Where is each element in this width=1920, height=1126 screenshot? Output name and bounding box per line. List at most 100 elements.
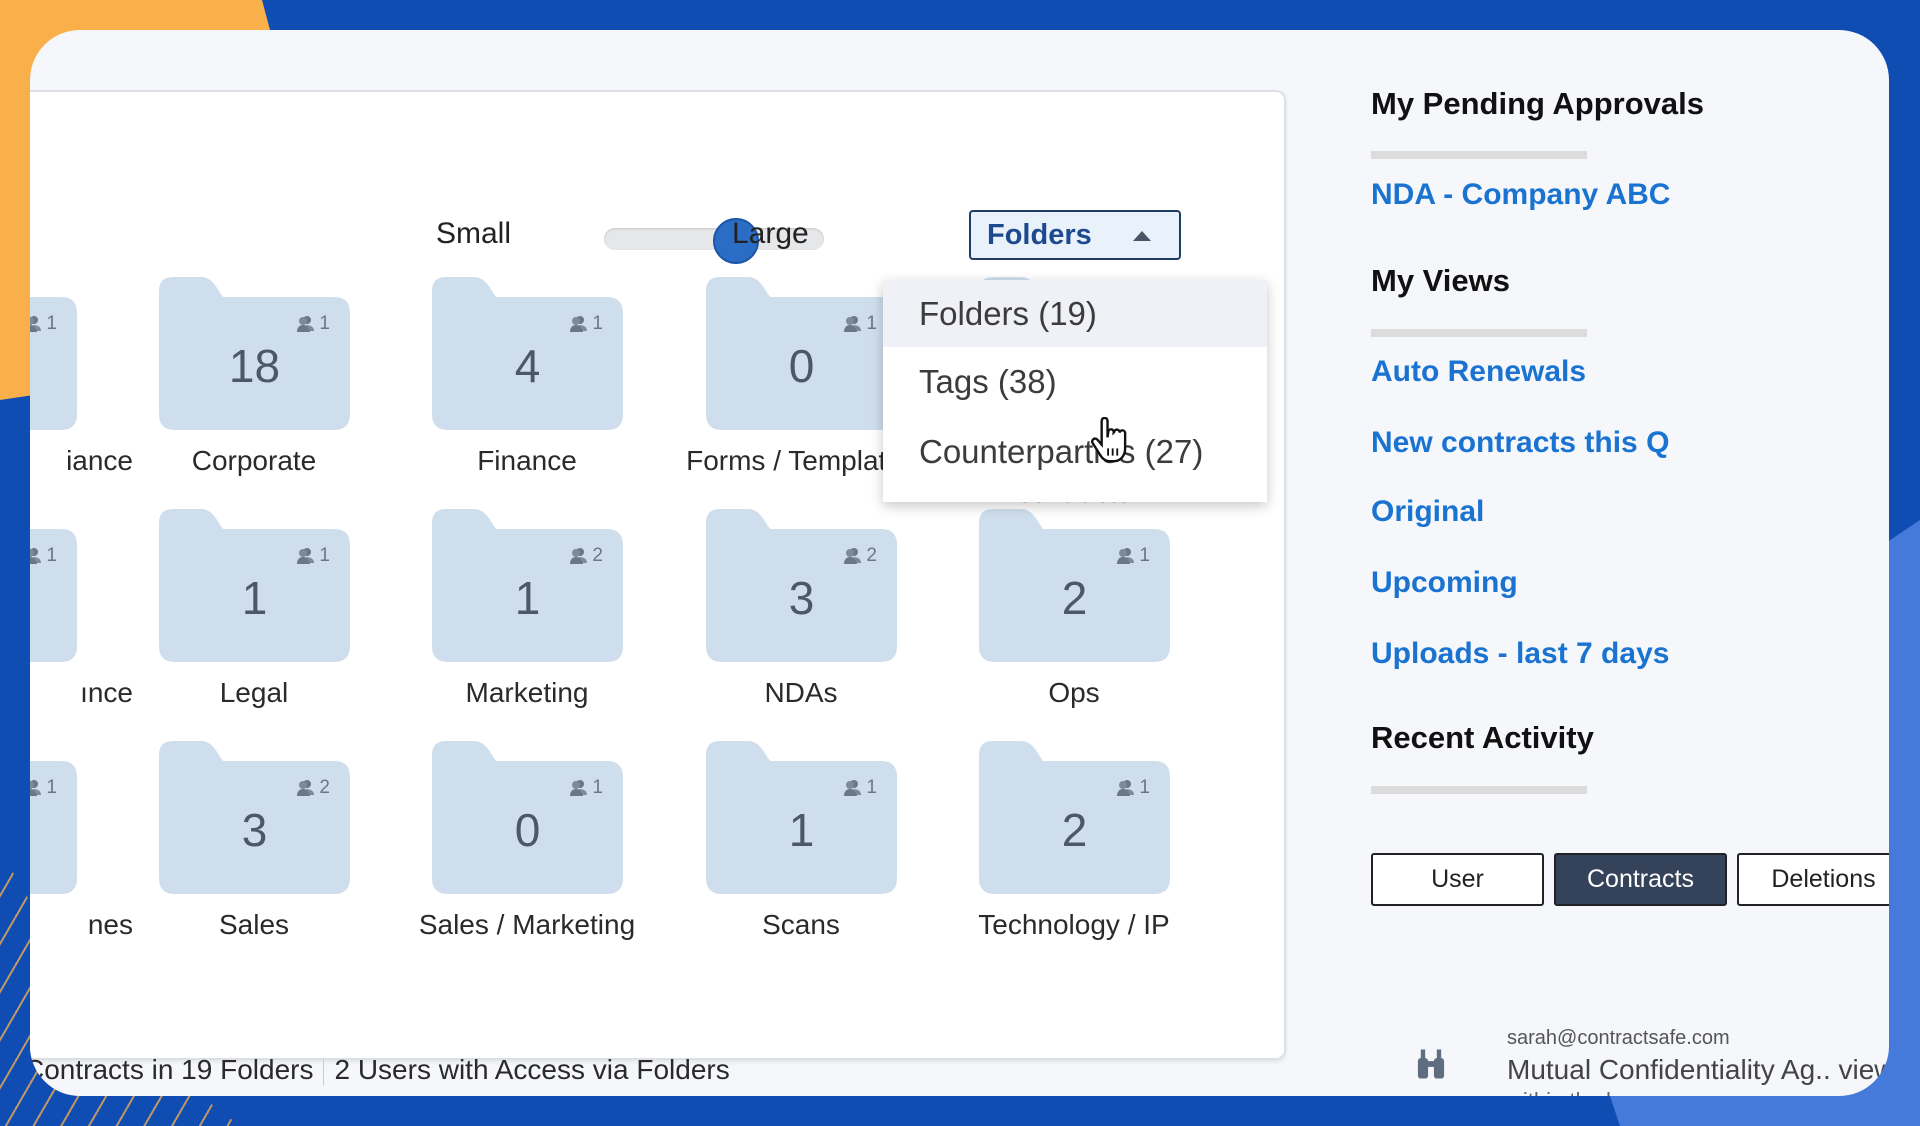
folder-contract-count: 0: [514, 804, 541, 856]
folder-user-count-value: 1: [46, 313, 57, 334]
folder-tile[interactable]: 10: [432, 741, 623, 894]
folder-summary: Contracts in 19 Folders 2 Users with Acce…: [30, 1054, 730, 1086]
users-icon: [570, 548, 588, 564]
caret-up-icon: [1133, 231, 1151, 241]
folder-contract-count: 3: [241, 804, 268, 856]
divider: [323, 1057, 325, 1086]
folder-tile[interactable]: 1: [30, 509, 77, 662]
activity-description[interactable]: Mutual Confidentiality Ag.. viewed: [1507, 1054, 1889, 1086]
folder-label[interactable]: Legal: [124, 677, 384, 709]
folder-user-count-value: 2: [592, 545, 603, 566]
folder-user-count: 1: [843, 777, 877, 799]
dropdown-option-counterparties[interactable]: Counterparties (27): [883, 417, 1267, 487]
users-icon: [844, 548, 862, 564]
heading-underline: [1371, 151, 1587, 159]
app-window: Small Large Folders 1 iance 1 18 Corporate 1 4…: [30, 30, 1889, 1096]
view-link-original[interactable]: Original: [1371, 495, 1484, 529]
my-views-heading: My Views: [1371, 263, 1511, 298]
users-icon: [297, 316, 315, 332]
folder-user-count-value: 1: [1139, 777, 1150, 798]
activity-user-email: sarah@contractsafe.com: [1507, 1027, 1730, 1049]
folder-user-count-value: 2: [866, 545, 877, 566]
folder-label[interactable]: Sales / Marketing: [397, 909, 657, 941]
folder-label[interactable]: nes: [30, 909, 133, 941]
folder-icon: [30, 761, 77, 894]
folder-contract-count: 3: [788, 572, 815, 624]
folder-contract-count: 4: [514, 340, 541, 392]
users-icon: [570, 316, 588, 332]
folder-user-count: 1: [30, 545, 57, 567]
pending-approvals-heading: My Pending Approvals: [1371, 86, 1705, 121]
folder-user-count: 1: [30, 777, 57, 799]
hand-cursor-icon: [1091, 417, 1127, 463]
folder-label[interactable]: iance: [30, 445, 133, 477]
folder-user-count-value: 2: [319, 777, 330, 798]
folder-tile[interactable]: 11: [706, 741, 897, 894]
folder-tile[interactable]: 23: [159, 741, 350, 894]
folder-label[interactable]: NDAs: [671, 677, 931, 709]
pending-approval-link[interactable]: NDA - Company ABC: [1371, 178, 1670, 212]
folder-tile[interactable]: 23: [706, 509, 897, 662]
folder-user-count: 2: [296, 777, 330, 799]
folder-user-count-value: 1: [46, 777, 57, 798]
folder-label[interactable]: Corporate: [124, 445, 384, 477]
contracts-count-text: Contracts in 19 Folders: [30, 1054, 314, 1085]
folder-user-count: 1: [296, 545, 330, 567]
folder-user-count-value: 1: [1139, 545, 1150, 566]
size-large-label: Large: [732, 217, 809, 250]
users-icon: [1117, 548, 1135, 564]
users-icon: [844, 780, 862, 796]
folder-user-count-value: 1: [46, 545, 57, 566]
folder-label[interactable]: ınce: [30, 677, 133, 709]
view-type-select[interactable]: Folders: [969, 210, 1181, 260]
users-icon: [30, 548, 42, 564]
folder-contract-count: 2: [1061, 804, 1088, 856]
folder-contract-count: 2: [1061, 572, 1088, 624]
activity-time: within the hour: [1507, 1088, 1650, 1096]
folder-tile[interactable]: 14: [432, 277, 623, 430]
activity-tab-deletions[interactable]: Deletions: [1737, 853, 1889, 906]
folder-contract-count: 18: [228, 340, 281, 392]
binoculars-icon: [1417, 1049, 1445, 1079]
folder-contract-count: 0: [788, 340, 815, 392]
view-link-uploads[interactable]: Uploads - last 7 days: [1371, 637, 1669, 671]
folder-tile[interactable]: 12: [979, 741, 1170, 894]
folder-label[interactable]: Marketing: [397, 677, 657, 709]
folder-tile[interactable]: 12: [979, 509, 1170, 662]
heading-underline: [1371, 786, 1587, 794]
view-link-new-contracts[interactable]: New contracts this Q: [1371, 426, 1669, 460]
folder-user-count-value: 1: [592, 777, 603, 798]
folder-user-count: 1: [569, 313, 603, 335]
folder-user-count: 1: [1116, 545, 1150, 567]
folder-label[interactable]: Finance: [397, 445, 657, 477]
heading-underline: [1371, 329, 1587, 337]
recent-activity-heading: Recent Activity: [1371, 720, 1594, 755]
folder-tile[interactable]: 21: [432, 509, 623, 662]
folder-tile[interactable]: 1: [30, 277, 77, 430]
users-access-text: 2 Users with Access via Folders: [334, 1054, 730, 1085]
activity-tab-contracts[interactable]: Contracts: [1554, 853, 1727, 906]
folder-label[interactable]: Scans: [671, 909, 931, 941]
users-icon: [570, 780, 588, 796]
dropdown-option-folders[interactable]: Folders (19): [883, 280, 1267, 347]
folder-contract-count: 1: [241, 572, 268, 624]
folder-icon: [30, 529, 77, 662]
size-small-label: Small: [436, 217, 512, 250]
folder-tile[interactable]: 1: [30, 741, 77, 894]
folder-tile[interactable]: 11: [159, 509, 350, 662]
folder-label[interactable]: Technology / IP: [944, 909, 1204, 941]
folder-user-count-value: 1: [319, 545, 330, 566]
folder-user-count-value: 1: [592, 313, 603, 334]
view-type-dropdown: Folders (19) Tags (38) Counterparties (2…: [883, 280, 1267, 502]
activity-tab-user[interactable]: User: [1371, 853, 1544, 906]
view-link-auto-renewals[interactable]: Auto Renewals: [1371, 355, 1586, 389]
folder-label[interactable]: Ops: [944, 677, 1204, 709]
users-icon: [297, 780, 315, 796]
dropdown-option-tags[interactable]: Tags (38): [883, 347, 1267, 417]
folder-label[interactable]: Sales: [124, 909, 384, 941]
folder-icon: [30, 297, 77, 430]
folder-tile[interactable]: 10: [706, 277, 897, 430]
folder-tile[interactable]: 1 18: [159, 277, 350, 430]
folder-user-count: 1: [296, 313, 330, 335]
view-link-upcoming[interactable]: Upcoming: [1371, 566, 1518, 600]
